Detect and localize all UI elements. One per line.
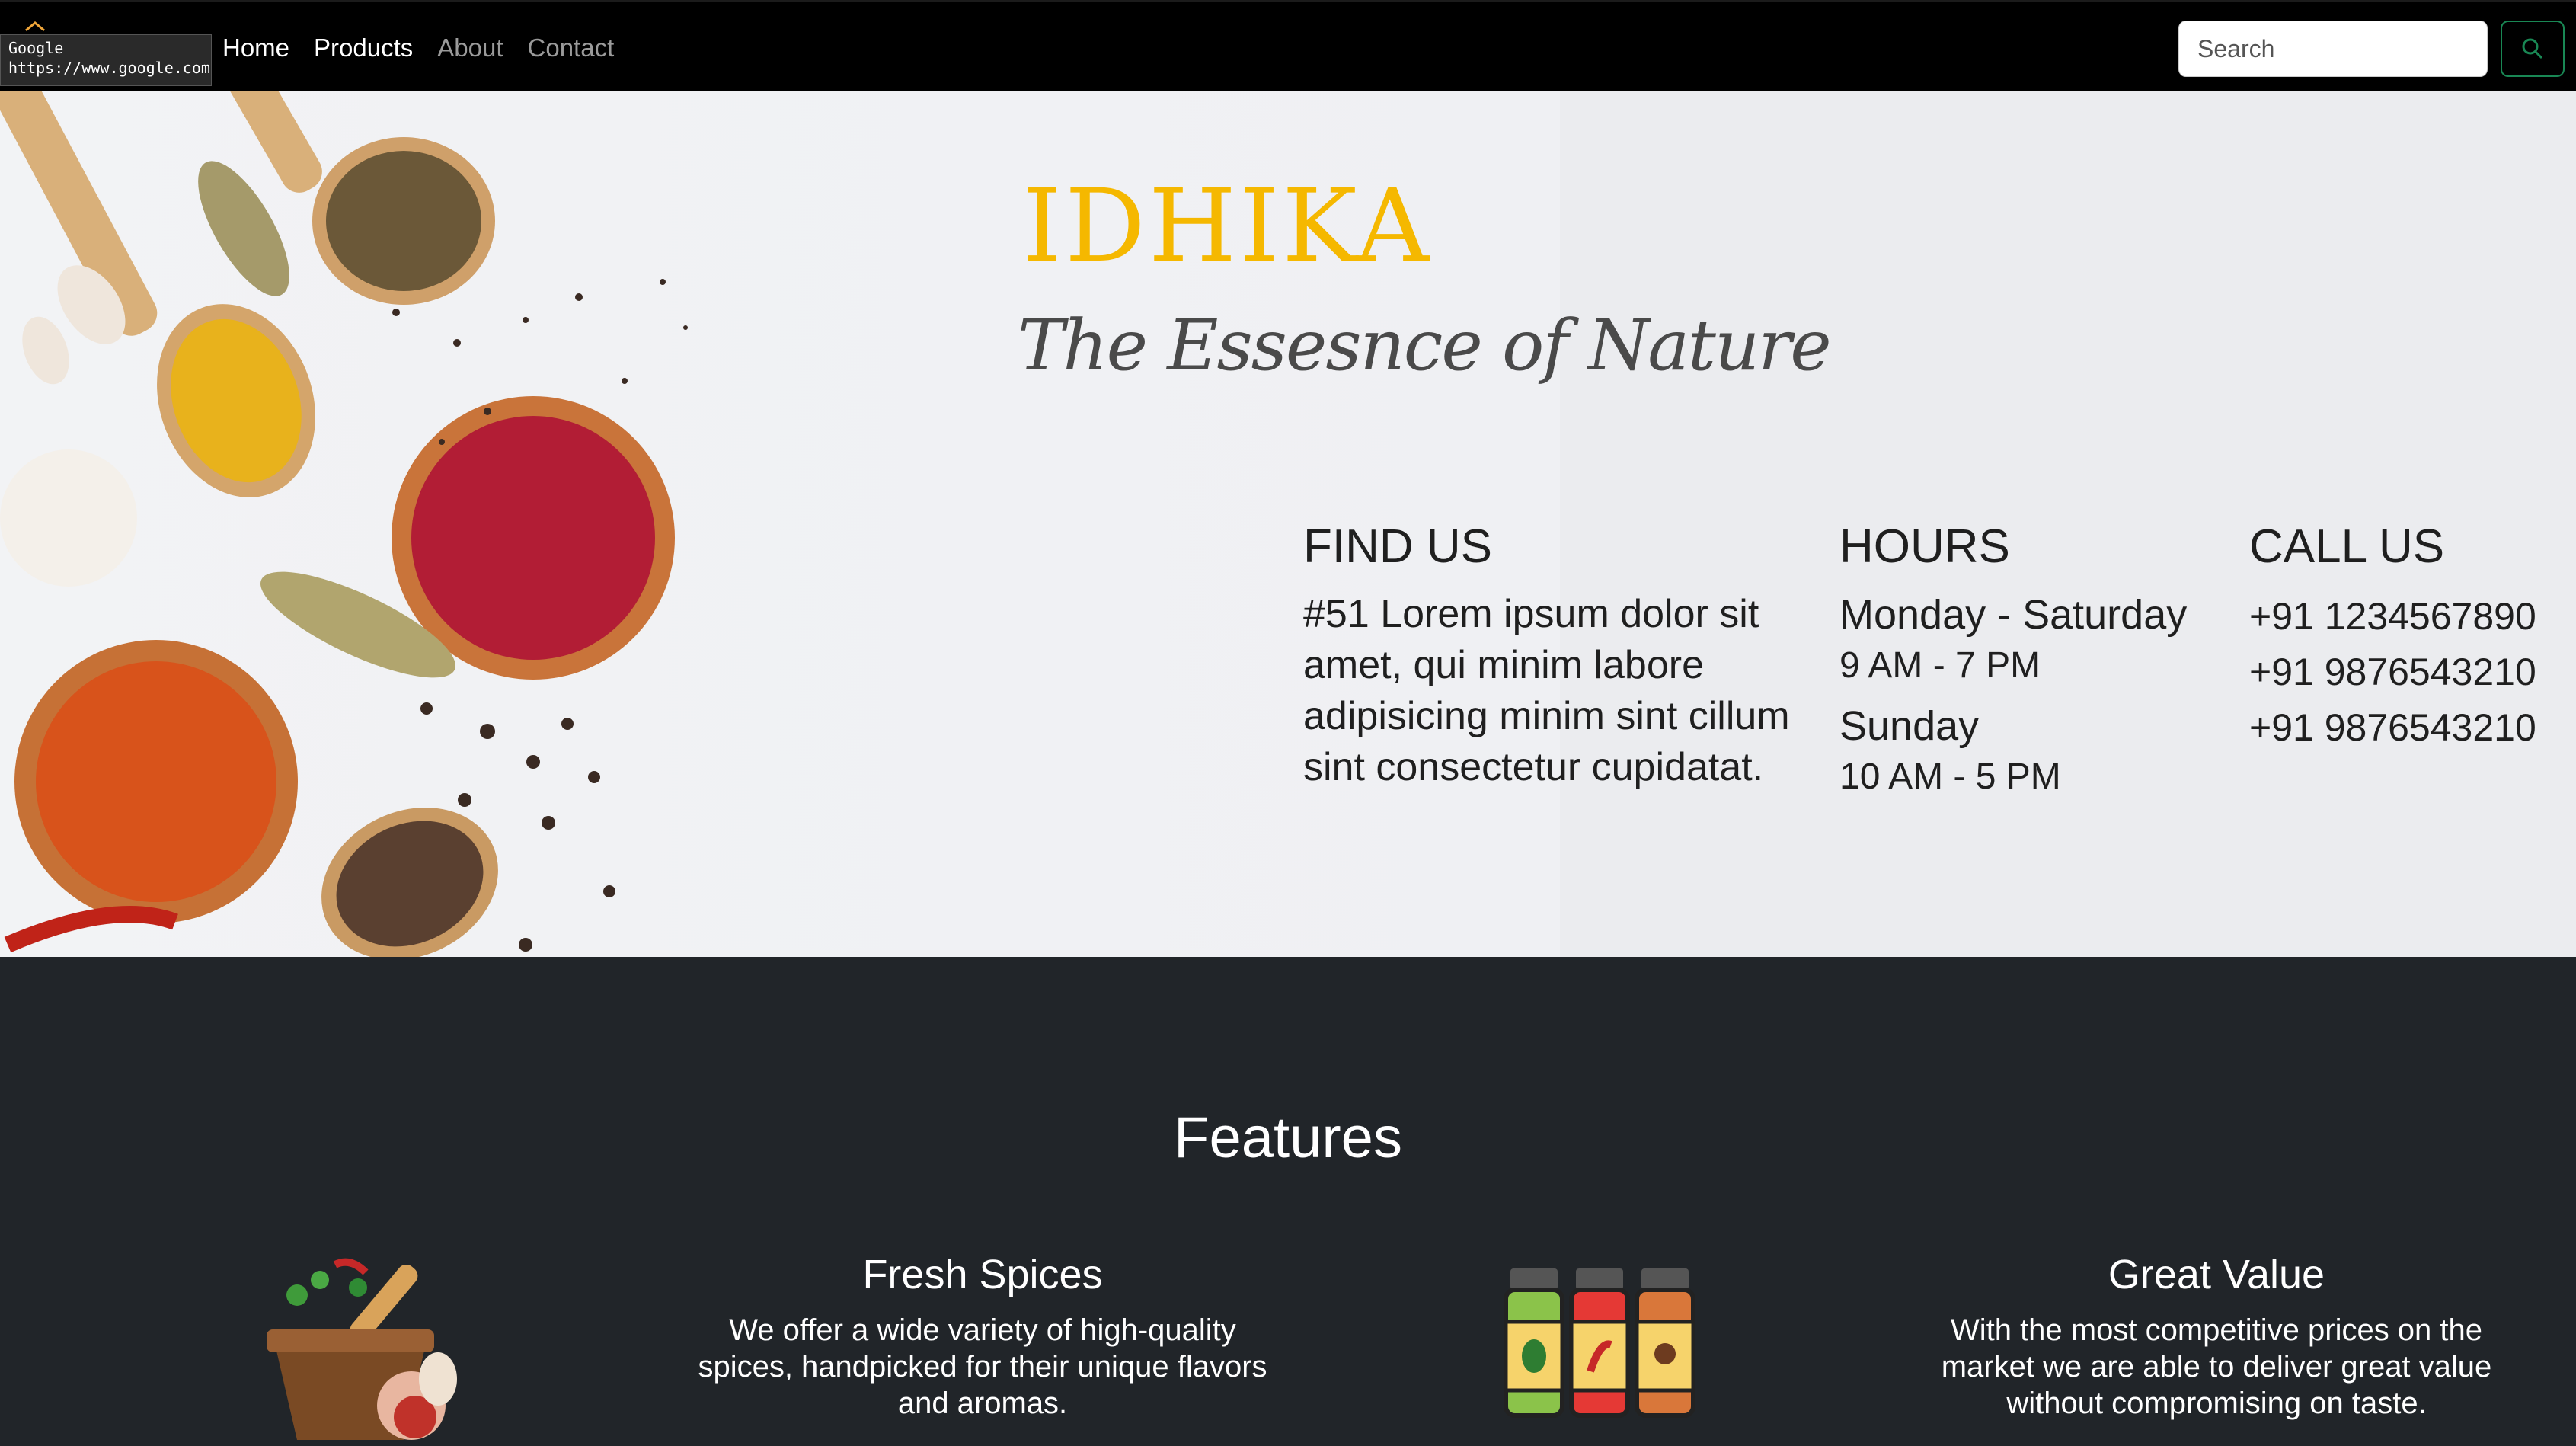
feature-text: We offer a wide variety of high-quality … (698, 1313, 1267, 1420)
weekday-time: 9 AM - 7 PM (1839, 645, 2041, 686)
feature-text: With the most competitive prices on the … (1941, 1313, 2492, 1420)
nav-link-products[interactable]: Products (314, 34, 413, 62)
find-us-heading: FIND US (1303, 520, 1492, 573)
home-icon (25, 21, 45, 32)
brand-title: IDHIKA (1022, 168, 1432, 285)
phone-number[interactable]: +91 9876543210 (2249, 645, 2569, 700)
weekday-label: Monday - Saturday (1839, 592, 2188, 638)
search-button[interactable] (2501, 21, 2565, 77)
feature-heading: Fresh Spices (862, 1252, 1103, 1297)
address-text: #51 Lorem ipsum dolor sit amet, qui mini… (1303, 592, 1790, 789)
tagline: The Essesnce of Nature (1018, 305, 1832, 386)
spices-image (0, 91, 688, 957)
call-us-heading: CALL US (2249, 520, 2445, 573)
feature-fresh-spices: Fresh Spices We offer a wide variety of … (678, 1251, 1287, 1422)
nav-link-contact[interactable]: Contact (528, 34, 615, 62)
navbar: Google https://www.google.com Home Produ… (0, 0, 2576, 91)
features-title: Features (1174, 1105, 1402, 1170)
hero-section: IDHIKA The Essesnce of Nature FIND US #5… (0, 91, 2576, 957)
feature-heading: Great Value (2108, 1252, 2325, 1297)
phone-number[interactable]: +91 9876543210 (2249, 700, 2569, 756)
mortar-pestle-icon (267, 1258, 457, 1440)
sunday-label: Sunday (1839, 703, 1980, 749)
tooltip-url: https://www.google.com (8, 59, 210, 77)
hours-heading: HOURS (1839, 520, 2010, 573)
nav-link-about[interactable]: About (437, 34, 503, 62)
link-tooltip: Google https://www.google.com (0, 21, 212, 86)
phone-number[interactable]: +91 1234567890 (2249, 589, 2569, 645)
sunday-time: 10 AM - 5 PM (1839, 757, 2061, 797)
nav-links: Home Products About Contact (222, 2, 614, 94)
spice-jars-icon (1504, 1268, 1695, 1418)
nav-link-home[interactable]: Home (222, 34, 289, 62)
search-input[interactable] (2178, 21, 2488, 77)
search-icon (2522, 38, 2543, 59)
hours-section: HOURS Monday - Saturday 9 AM - 7 PM Sund… (1839, 520, 2236, 811)
find-us-section: FIND US #51 Lorem ipsum dolor sit amet, … (1303, 520, 1806, 793)
tooltip-title: Google (8, 39, 64, 57)
feature-great-value: Great Value With the most competitive pr… (1912, 1251, 2521, 1422)
call-us-section: CALL US +91 1234567890 +91 9876543210 +9… (2249, 520, 2569, 756)
